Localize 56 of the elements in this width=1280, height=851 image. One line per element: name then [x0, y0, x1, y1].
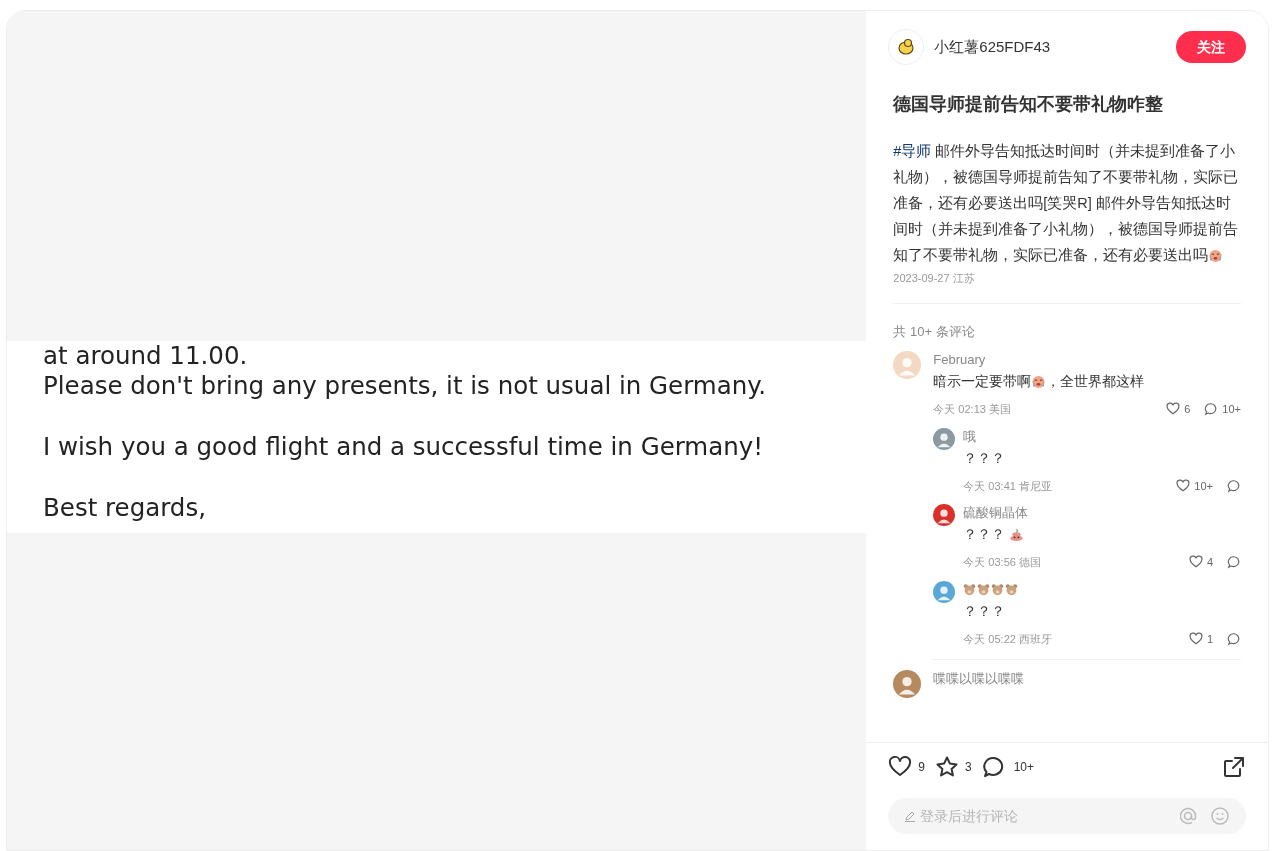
bear-icon: [1005, 583, 1019, 596]
share-icon[interactable]: [1222, 755, 1246, 779]
crying-face-icon: [1208, 248, 1224, 263]
like-count: 1: [1206, 631, 1213, 647]
bear-icon: [977, 583, 991, 596]
comment-text: 暗示一定要带啊 ，全世界都这样: [933, 373, 1146, 391]
heart-icon[interactable]: [1176, 478, 1191, 493]
comment-time: 今天 05:22 西班牙: [963, 631, 1052, 647]
post-title: 德国导师提前告知不要带礼物咋整: [893, 93, 1165, 116]
collect-count: 3: [965, 759, 972, 776]
email-line: Please don't bring any presents, it is not usual in Germany.: [43, 371, 767, 402]
heart-icon[interactable]: [1166, 402, 1181, 417]
comment-time: 今天 03:41 肯尼亚: [963, 478, 1052, 494]
comment-text: ？？？: [963, 602, 1007, 621]
like-count: 4: [1206, 555, 1213, 570]
reply-icon[interactable]: [1227, 631, 1241, 646]
commenter-name[interactable]: 哦: [963, 427, 1241, 446]
pencil-icon: [904, 810, 917, 822]
comment-time: 今天 02:13 美国: [933, 402, 1011, 417]
bear-icon: [991, 583, 1005, 596]
crying-face-icon: [1031, 374, 1047, 389]
email-line: Best regards,: [43, 493, 207, 524]
comment-time: 今天 03:56 德国: [963, 555, 1041, 570]
star-icon[interactable]: [935, 755, 959, 779]
comment-total: 10+: [1013, 759, 1035, 776]
comment-text: ？？？: [963, 449, 1007, 468]
comment-input[interactable]: 登录后进行评论: [888, 798, 1246, 834]
follow-button[interactable]: 关注: [1176, 31, 1246, 63]
like-count: 10+: [1194, 478, 1213, 494]
commenter-name[interactable]: 硫酸铜晶体: [963, 504, 1241, 522]
avatar-icon[interactable]: [933, 504, 956, 526]
reply-icon[interactable]: [1227, 555, 1241, 570]
like-count: 6: [1184, 402, 1191, 417]
avatar-icon[interactable]: [893, 670, 922, 698]
post-date: 2023-09-27 江苏: [893, 271, 976, 286]
heart-icon[interactable]: [1188, 631, 1203, 646]
poop-icon: [1009, 527, 1025, 542]
email-line: at around 11.00.: [43, 340, 249, 371]
heart-icon[interactable]: [888, 755, 913, 779]
author-name[interactable]: 小红薯625FDF43: [934, 35, 1051, 59]
comment-field[interactable]: 登录后进行评论: [920, 805, 1178, 827]
comment-count: 共 10+ 条评论: [893, 322, 976, 341]
commenter-name[interactable]: 喋喋以喋以喋喋: [933, 670, 1241, 688]
commenter-name[interactable]: February: [933, 351, 1241, 369]
hashtag-link[interactable]: #导师: [893, 143, 932, 159]
reply-icon[interactable]: [1204, 402, 1219, 417]
like-count: 9: [918, 759, 925, 776]
heart-icon[interactable]: [1188, 555, 1203, 570]
email-line: I wish you a good flight and a successful time in Germany!: [43, 432, 765, 463]
avatar-icon[interactable]: [888, 29, 925, 65]
reply-count: 10+: [1222, 402, 1241, 417]
reply-icon[interactable]: [1227, 478, 1241, 493]
comment-text: ？？？: [963, 525, 1241, 545]
bear-icon: [963, 583, 977, 596]
post-body: #导师 邮件外导告知抵达时间时（并未提到准备了小礼物），被德国导师提前告知了不要带礼物，实际已准备，还有必要送出吗[笑哭R] 邮件外导告知抵达时间时（并未提到准备了小礼物），被德国导师提前告知了不要带礼物，实际已准备，还有必要送出吗: [893, 142, 1240, 265]
comment-icon[interactable]: [981, 755, 1006, 779]
